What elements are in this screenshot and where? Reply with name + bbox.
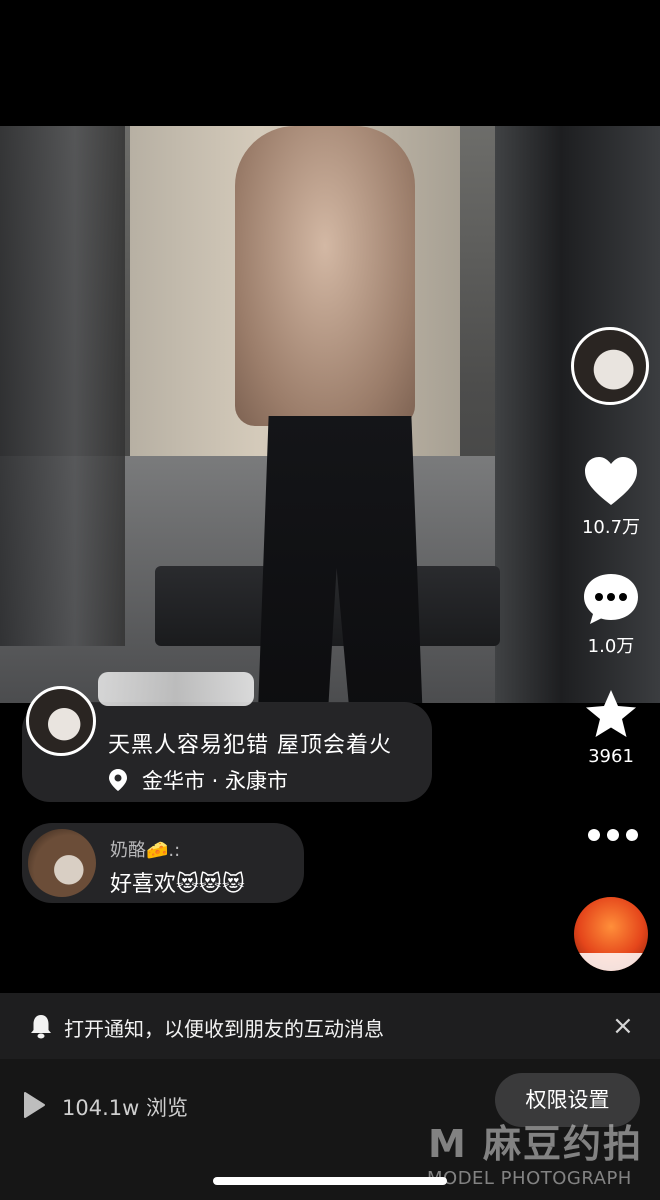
location-pin-icon: [109, 769, 127, 791]
video-frame[interactable]: [0, 126, 660, 703]
like-button[interactable]: 10.7万: [566, 455, 656, 539]
photo-person-torso: [235, 126, 415, 426]
more-dot-icon: [607, 829, 619, 841]
comment-text: 好喜欢😻😻😻: [110, 872, 245, 897]
home-indicator[interactable]: [213, 1177, 447, 1185]
post-caption: 天黑人容易犯错 屋顶会着火: [108, 733, 392, 758]
more-options-button[interactable]: [588, 827, 638, 843]
more-dot-icon: [588, 829, 600, 841]
commenter-avatar[interactable]: [28, 829, 96, 897]
comment-count: 1.0万: [587, 636, 635, 657]
caption-author-avatar[interactable]: [26, 686, 96, 756]
location-tag[interactable]: 金华市 · 永康市: [108, 765, 288, 795]
play-icon: [24, 1092, 45, 1118]
favorite-count: 3961: [588, 746, 634, 767]
favorite-button[interactable]: 3961: [566, 688, 656, 767]
comment-button[interactable]: 1.0万: [566, 572, 656, 658]
bell-icon: [31, 1015, 51, 1039]
watermark-subtitle: MODEL PHOTOGRAPH: [427, 1168, 632, 1189]
commenter-name: 奶酪🧀.:: [110, 840, 181, 861]
more-dot-icon: [626, 829, 638, 841]
comment-bubble-icon: [584, 574, 638, 624]
music-disc-strip: [574, 953, 648, 971]
view-count: 104.1w 浏览: [62, 1096, 188, 1120]
notification-text: 打开通知，以便收到朋友的互动消息: [64, 1017, 384, 1041]
author-avatar[interactable]: [571, 327, 649, 405]
like-count: 10.7万: [581, 517, 641, 538]
location-text: 金华市 · 永康市: [142, 769, 289, 793]
star-icon: [586, 690, 636, 737]
music-disc[interactable]: [574, 897, 648, 971]
watermark-logo: M 麻豆约拍: [428, 1122, 644, 1166]
heart-icon: [585, 457, 637, 505]
close-icon[interactable]: ×: [612, 1011, 634, 1041]
redaction-smudge: [98, 672, 254, 706]
photo-gym-rack-left: [0, 126, 125, 646]
